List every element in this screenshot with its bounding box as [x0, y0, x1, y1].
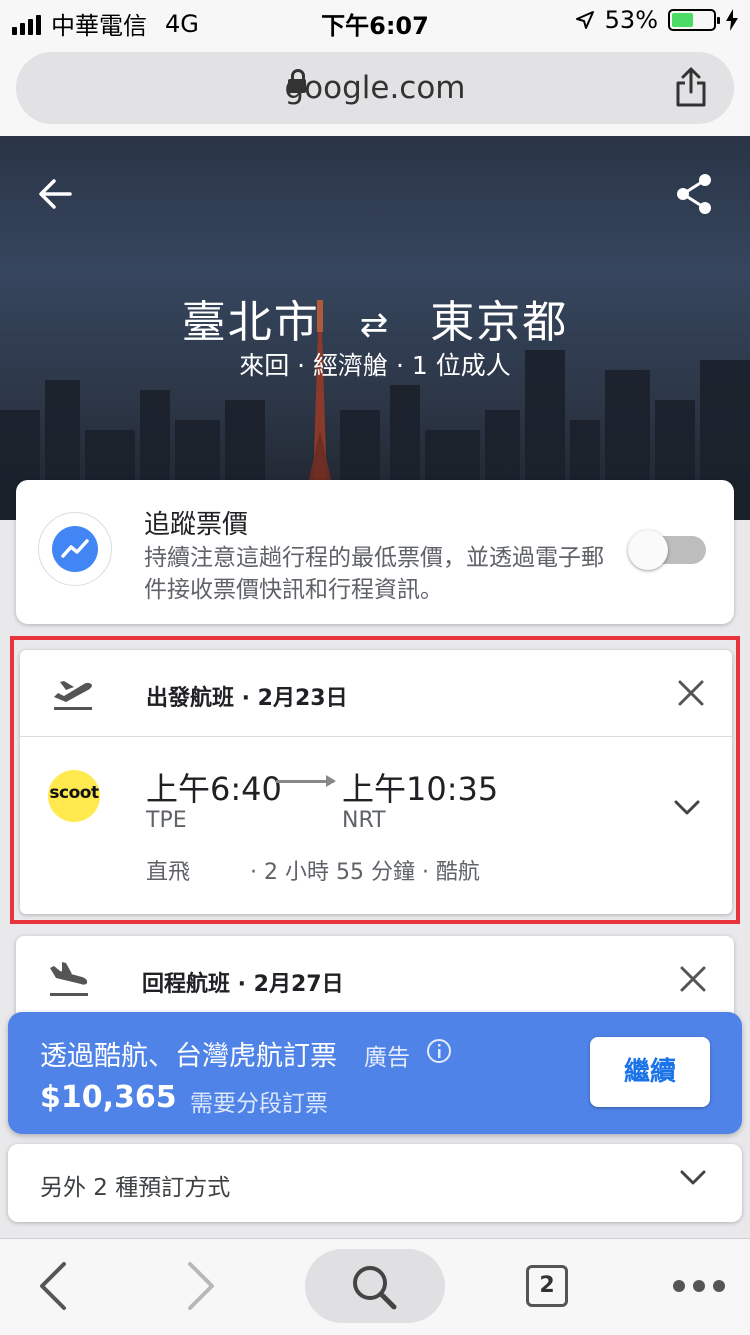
browser-back-icon[interactable] [38, 1261, 68, 1311]
airline-logo-text: scoot [49, 783, 99, 803]
status-bar: 中華電信 4G 下午6:07 53% [0, 0, 750, 44]
stops-label: 直飛 [146, 860, 191, 885]
search-button[interactable] [305, 1249, 445, 1323]
chevron-down-icon[interactable] [674, 800, 700, 816]
address-bar[interactable]: google.com [16, 52, 734, 124]
other-booking-options[interactable]: 另外 2 種預訂方式 [8, 1144, 742, 1222]
close-icon[interactable] [678, 680, 704, 706]
booking-title: 透過酷航、台灣虎航訂票 [40, 1041, 337, 1072]
origin-city: 臺北市 [181, 297, 320, 348]
departure-airport: TPE [146, 808, 187, 833]
route-title: 臺北市 ⇄ 東京都 [0, 286, 750, 350]
tabs-button[interactable]: 2 [526, 1265, 568, 1307]
battery-icon [668, 9, 720, 31]
return-header: 回程航班 · 2月27日 [16, 936, 734, 1022]
flight-arrow-icon [276, 775, 336, 787]
swap-arrows-icon: ⇄ [359, 305, 391, 345]
booking-price: $10,365 [40, 1080, 177, 1115]
more-options-icon[interactable] [672, 1279, 726, 1293]
battery-percent: 53% [604, 6, 658, 34]
takeoff-plane-icon [54, 681, 92, 710]
url-text: google.com [284, 70, 466, 106]
departing-flight-card[interactable]: 出發航班 · 2月23日 scoot 上午6:40 上午10:35 TPE NR… [20, 650, 732, 914]
departing-header-label: 出發航班 · 2月23日 [146, 686, 348, 711]
chevron-down-icon [680, 1170, 706, 1185]
departure-time: 上午6:40 [146, 770, 282, 808]
track-prices-card: 追蹤票價 持續注意這趟行程的最低票價，並透過電子郵件接收票價快訊和行程資訊。 [16, 480, 734, 624]
track-prices-toggle[interactable] [628, 530, 706, 570]
arrival-time: 上午10:35 [342, 770, 499, 808]
share-icon[interactable] [674, 66, 708, 108]
landing-plane-icon [50, 962, 88, 996]
destination-city: 東京都 [430, 297, 569, 348]
continue-button[interactable]: 繼續 [590, 1037, 710, 1107]
airline-logo: scoot [48, 770, 100, 822]
trip-summary: 來回 · 經濟艙 · 1 位成人 [239, 351, 511, 380]
close-icon[interactable] [680, 966, 706, 992]
departing-header: 出發航班 · 2月23日 [20, 650, 732, 737]
browser-forward-icon[interactable] [186, 1261, 216, 1311]
track-prices-title: 追蹤票價 [144, 510, 249, 540]
other-options-label: 另外 2 種預訂方式 [40, 1175, 231, 1201]
arrival-airport: NRT [342, 808, 386, 833]
share-nodes-icon[interactable] [674, 172, 714, 216]
booking-banner: 透過酷航、台灣虎航訂票 廣告 $10,365 需要分段訂票 繼續 [8, 1012, 742, 1134]
browser-toolbar: 2 [0, 1238, 750, 1335]
ad-label: 廣告 [364, 1045, 410, 1071]
booking-note: 需要分段訂票 [190, 1091, 328, 1117]
price-trend-icon [38, 512, 112, 586]
browser-address-area: google.com [0, 44, 750, 136]
return-header-label: 回程航班 · 2月27日 [142, 972, 344, 997]
flight-details: · 2 小時 55 分鐘 · 酷航 [250, 860, 480, 885]
hero-banner: 臺北市 ⇄ 東京都 來回 · 經濟艙 · 1 位成人 [0, 136, 750, 520]
location-arrow-icon [575, 11, 594, 29]
track-prices-description: 持續注意這趟行程的最低票價，並透過電子郵件接收票價快訊和行程資訊。 [144, 545, 604, 603]
info-icon[interactable] [426, 1038, 452, 1064]
search-icon [353, 1266, 397, 1310]
back-arrow-icon[interactable] [36, 174, 76, 214]
charging-bolt-icon [726, 9, 738, 31]
